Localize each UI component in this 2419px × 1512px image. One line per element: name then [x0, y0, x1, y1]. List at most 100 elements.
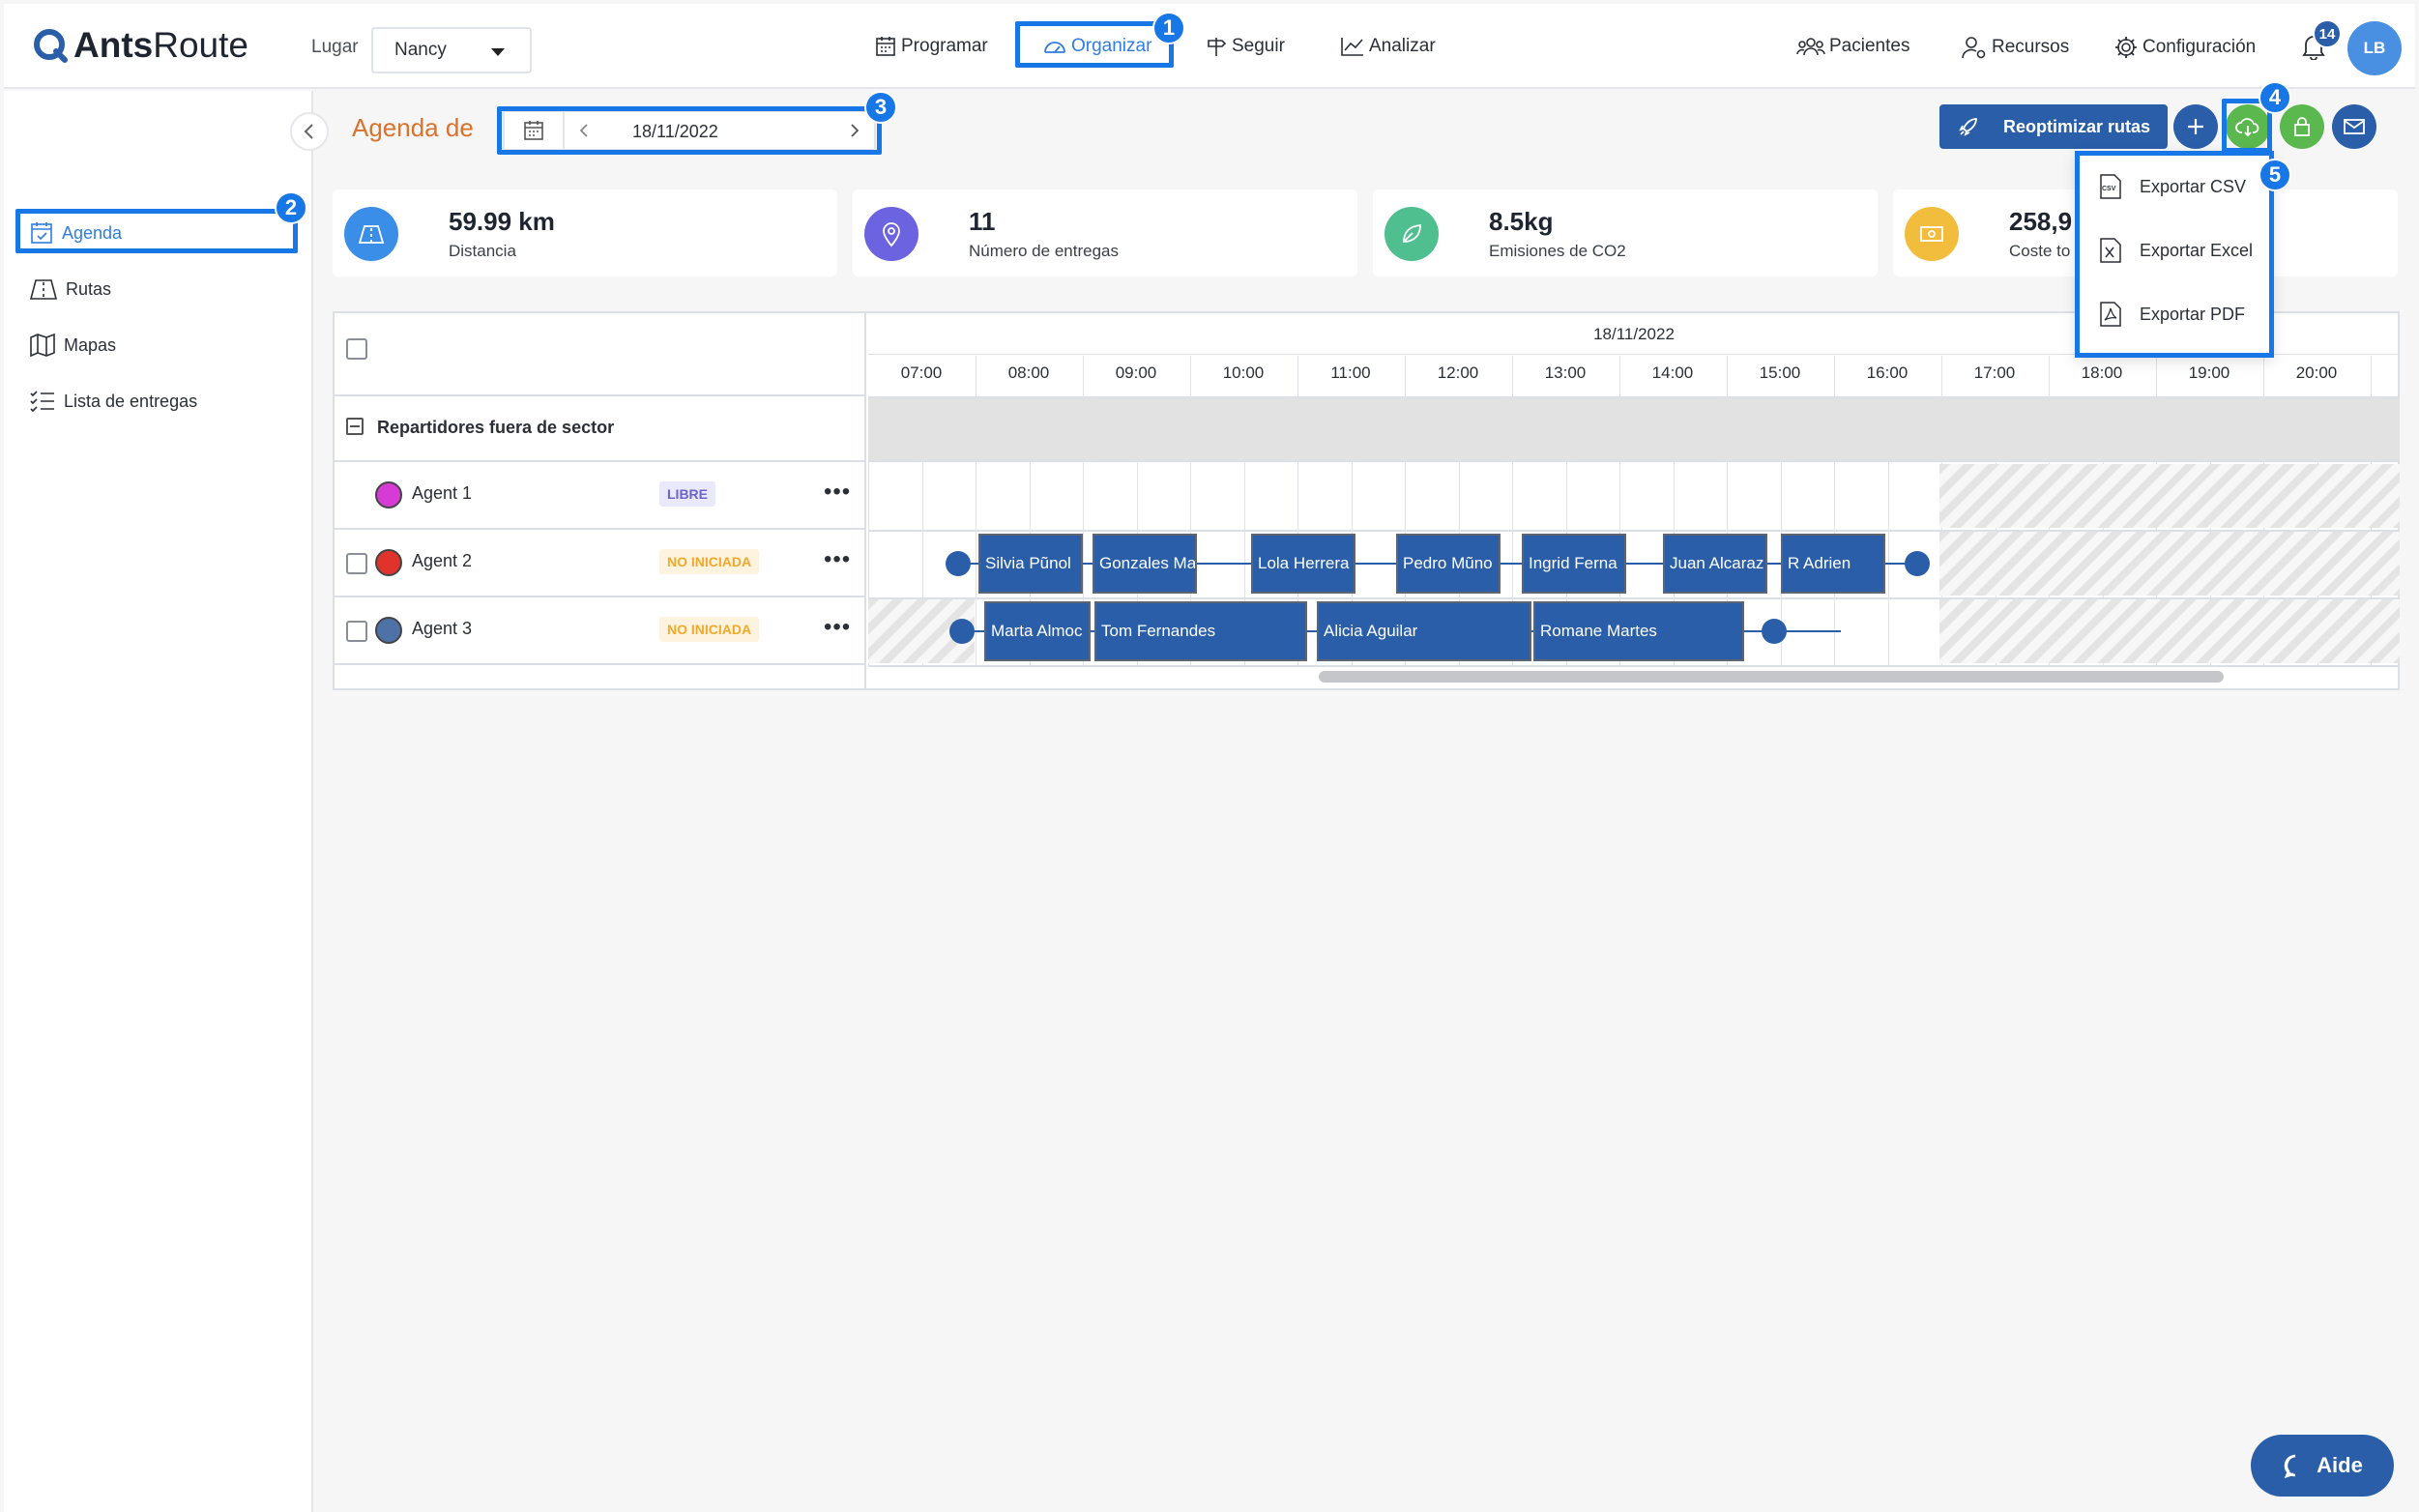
kpi-label: Distancia: [449, 242, 516, 260]
kpi-value: 11: [969, 207, 996, 236]
status-badge: NO INICIADA: [659, 617, 760, 642]
user-gear-icon: [1962, 37, 1986, 59]
rocket-icon: [1959, 118, 1977, 136]
task-block[interactable]: Alicia Aguilar: [1317, 601, 1531, 661]
task-block[interactable]: Tom Fernandes: [1094, 601, 1307, 661]
hour-divider: [1512, 356, 1513, 398]
hour-divider: [2263, 356, 2264, 398]
nav-recursos[interactable]: Recursos: [1961, 35, 2069, 60]
task-block[interactable]: Silvia Pũnol: [978, 534, 1083, 594]
more-options-icon[interactable]: •••: [824, 616, 851, 639]
export-excel-item[interactable]: Exportar Excel: [2099, 237, 2253, 264]
group-timeline-row: [868, 396, 2400, 462]
task-block[interactable]: Romane Martes: [1533, 601, 1744, 661]
route-end-point[interactable]: [1905, 551, 1930, 576]
route-start-point[interactable]: [946, 551, 971, 576]
collapse-group-button[interactable]: [346, 418, 364, 435]
gear-icon: [2115, 37, 2137, 58]
agent-row[interactable]: Agent 2 NO INICIADA •••: [335, 530, 866, 597]
map-road-icon: [29, 279, 58, 300]
hour-divider: [1083, 356, 1084, 398]
task-block[interactable]: Pedro Mũno: [1396, 534, 1501, 594]
calendar-icon: [876, 37, 895, 56]
nav-configuracion[interactable]: Configuración: [2113, 35, 2256, 60]
kpi-label: Emisiones de CO2: [1489, 242, 1626, 260]
hour-divider: [1834, 356, 1835, 398]
lock-button[interactable]: [2280, 104, 2324, 149]
nav-pacientes[interactable]: Pacientes: [1796, 35, 1909, 58]
export-pdf-item[interactable]: Exportar PDF: [2099, 301, 2245, 328]
hour-label: 08:00: [1007, 363, 1050, 382]
nav-seguir[interactable]: Seguir: [1205, 35, 1285, 58]
chevron-left-icon: [304, 124, 313, 139]
sidebar-item-lista-de-entregas[interactable]: Lista de entregas: [29, 389, 197, 414]
highlight-date-picker: [497, 106, 882, 155]
hour-label: 10:00: [1222, 363, 1265, 382]
envelope-icon: [2344, 119, 2365, 134]
highlight-organizar: [1015, 21, 1174, 68]
notification-count: 14: [2313, 19, 2342, 48]
task-block[interactable]: Marta Almoc: [984, 601, 1091, 661]
kpi-value: 8.5kg: [1489, 207, 1554, 236]
lugar-select[interactable]: Nancy: [371, 27, 532, 73]
route-start-point[interactable]: [949, 619, 975, 644]
agent-color-dot: [375, 617, 402, 644]
sidebar-item-rutas[interactable]: Rutas: [29, 276, 111, 302]
hour-label: 19:00: [2188, 363, 2230, 382]
select-all-checkbox[interactable]: [346, 338, 367, 360]
checklist-icon: [30, 391, 54, 413]
avatar[interactable]: LB: [2347, 21, 2402, 75]
horizontal-scrollbar[interactable]: [1319, 671, 2224, 683]
agent-row[interactable]: Agent 3 NO INICIADA •••: [335, 597, 866, 665]
chat-bubble-icon: [2284, 1454, 2296, 1479]
task-block[interactable]: Gonzales Ma: [1093, 534, 1197, 594]
kpi-card-distance: 59.99 km Distancia: [333, 189, 837, 276]
agent-column: Repartidores fuera de sector Agent 1 LIB…: [335, 313, 866, 688]
export-menu: CSV Exportar CSV Exportar Excel Exportar…: [2075, 151, 2274, 358]
antsroute-logo-icon: [34, 29, 68, 63]
hour-label: 14:00: [1651, 363, 1694, 382]
step-badge: 3: [864, 91, 897, 124]
task-block[interactable]: R Adrien: [1781, 534, 1885, 594]
sidebar-item-mapas[interactable]: Mapas: [29, 333, 116, 358]
nav-analizar[interactable]: Analizar: [1340, 35, 1436, 58]
hour-divider: [1190, 356, 1191, 398]
page-title: Agenda de: [352, 113, 474, 142]
add-button[interactable]: [2173, 104, 2218, 149]
hour-divider: [2049, 356, 2050, 398]
hour-divider: [1297, 356, 1298, 398]
task-block[interactable]: Juan Alcaraz: [1663, 534, 1767, 594]
sidebar-collapse-button[interactable]: [290, 112, 329, 151]
step-badge: 1: [1152, 12, 1185, 44]
hour-label: 15:00: [1759, 363, 1801, 382]
route-end-point[interactable]: [1762, 619, 1787, 644]
agent-name: Agent 3: [412, 619, 473, 638]
step-badge: 5: [2259, 159, 2291, 191]
reoptimize-routes-button[interactable]: Reoptimizar rutas: [1939, 104, 2168, 149]
hour-label: 12:00: [1437, 363, 1479, 382]
agent-name: Agent 2: [412, 551, 473, 570]
hour-divider: [2156, 356, 2157, 398]
nav-programar[interactable]: Programar: [874, 35, 988, 58]
location-pin-icon: [864, 207, 918, 261]
help-button[interactable]: Aide: [2251, 1435, 2394, 1497]
kpi-value: 258,9: [2009, 207, 2073, 236]
chart-icon: [1341, 38, 1363, 56]
task-block[interactable]: Ingrid Ferna: [1522, 534, 1626, 594]
logo[interactable]: AntsRoute: [33, 25, 248, 66]
plus-icon: [2188, 119, 2203, 134]
agent-name: Agent 1: [412, 483, 473, 503]
email-button[interactable]: [2332, 104, 2376, 149]
kpi-card-co2: 8.5kg Emisiones de CO2: [1373, 189, 1878, 276]
agent-row[interactable]: Agent 1 LIBRE •••: [335, 462, 866, 530]
agent-checkbox[interactable]: [346, 621, 367, 642]
hour-label: 18:00: [2081, 363, 2123, 382]
more-options-icon[interactable]: •••: [824, 548, 851, 571]
task-block[interactable]: Lola Herrera: [1251, 534, 1355, 594]
highlight-agenda: [15, 209, 298, 253]
sidebar: Agenda Rutas Mapas Lista de entregas: [4, 91, 313, 1512]
agent-checkbox[interactable]: [346, 553, 367, 574]
step-badge: 4: [2259, 81, 2291, 114]
export-csv-item[interactable]: CSV Exportar CSV: [2099, 173, 2246, 200]
more-options-icon[interactable]: •••: [824, 480, 851, 504]
